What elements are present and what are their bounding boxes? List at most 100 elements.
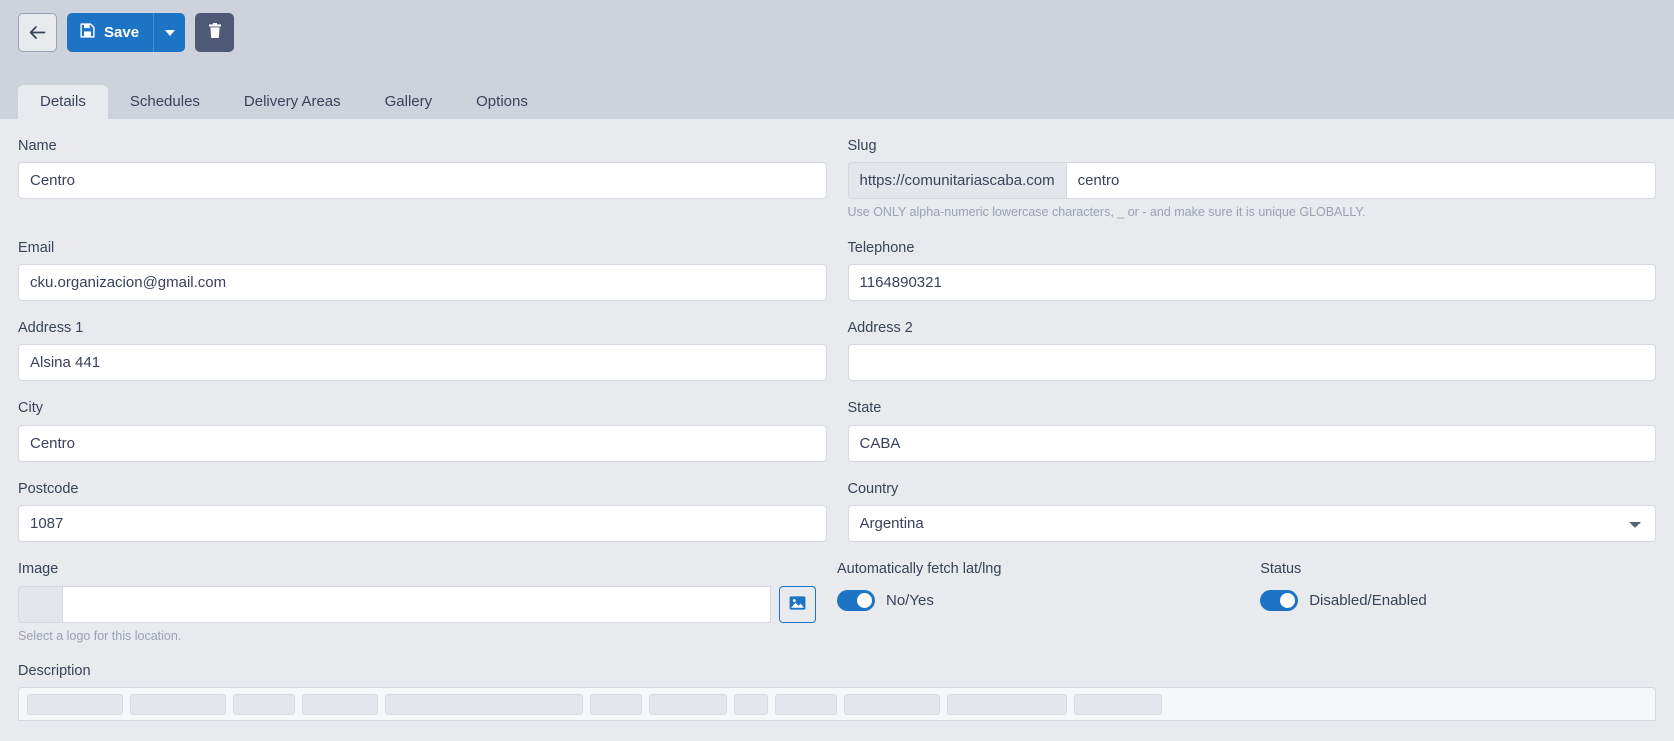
field-address2: Address 2 xyxy=(847,320,1656,382)
field-postcode: Postcode xyxy=(18,480,827,543)
autofetch-toggle-label: No/Yes xyxy=(886,591,934,609)
address1-input[interactable] xyxy=(18,344,827,382)
save-button-label: Save xyxy=(104,24,140,41)
editor-tool-group[interactable] xyxy=(590,693,642,715)
city-label: City xyxy=(18,400,43,417)
editor-tool-group[interactable] xyxy=(775,693,837,715)
field-group-state: State xyxy=(847,381,1656,462)
tab-gallery[interactable]: Gallery xyxy=(363,85,455,119)
field-slug: Slug https://comunitariascaba.com Use ON… xyxy=(847,138,1656,221)
delete-button[interactable] xyxy=(195,13,235,52)
description-editor-toolbar xyxy=(18,687,1656,722)
form-row-image-toggles: Image Select a logo for this location. A… xyxy=(18,542,1656,644)
arrow-left-icon xyxy=(29,25,46,40)
address2-label: Address 2 xyxy=(847,320,913,337)
slug-prefix: https://comunitariascaba.com xyxy=(847,162,1066,200)
field-group-postcode: Postcode xyxy=(18,462,827,543)
form-row-addresses: Address 1 Address 2 xyxy=(18,301,1656,382)
field-group-city: City xyxy=(18,381,827,462)
editor-tool-group[interactable] xyxy=(27,693,123,715)
image-input-group xyxy=(18,585,816,623)
editor-tool-group[interactable] xyxy=(734,693,768,715)
autofetch-toggle[interactable] xyxy=(837,589,875,611)
field-name: Name xyxy=(18,138,827,200)
postcode-label: Postcode xyxy=(18,480,79,497)
image-path-input[interactable] xyxy=(62,585,771,623)
save-button[interactable]: Save xyxy=(67,13,154,52)
field-status: Status Disabled/Enabled xyxy=(1260,561,1656,611)
name-input[interactable] xyxy=(18,162,827,200)
form-row-name-slug: Name Slug https://comunitariascaba.com U… xyxy=(18,119,1656,221)
email-input[interactable] xyxy=(18,264,827,302)
status-toggle-label: Disabled/Enabled xyxy=(1309,591,1427,609)
save-button-group: Save xyxy=(67,13,186,52)
field-email: Email xyxy=(18,239,827,302)
field-group-address2: Address 2 xyxy=(847,301,1656,382)
field-city: City xyxy=(18,400,827,462)
save-dropdown-button[interactable] xyxy=(153,13,186,52)
image-picture-icon xyxy=(789,595,806,614)
form-row-email-telephone: Email Telephone xyxy=(18,221,1656,302)
tab-details[interactable]: Details xyxy=(18,85,108,119)
form-row-city-state: City State xyxy=(18,381,1656,462)
toolbar: Save xyxy=(0,0,1674,83)
field-group-telephone: Telephone xyxy=(847,221,1656,302)
tab-options[interactable]: Options xyxy=(454,85,550,119)
field-state: State xyxy=(847,400,1656,462)
country-label: Country xyxy=(847,480,899,497)
address2-input[interactable] xyxy=(847,344,1656,382)
field-group-email: Email xyxy=(18,221,827,302)
tab-delivery-areas[interactable]: Delivery Areas xyxy=(222,85,363,119)
floppy-disk-save-icon xyxy=(80,23,95,42)
field-description: Description xyxy=(18,662,1656,722)
country-select[interactable]: Argentina xyxy=(847,505,1656,543)
status-label: Status xyxy=(1260,561,1302,578)
field-address1: Address 1 xyxy=(18,320,827,382)
editor-tool-group[interactable] xyxy=(844,693,940,715)
autofetch-toggle-row: No/Yes xyxy=(837,589,1239,611)
editor-tool-group[interactable] xyxy=(385,693,583,715)
postcode-input[interactable] xyxy=(18,505,827,543)
field-telephone: Telephone xyxy=(847,240,1656,302)
field-group-status: Status Disabled/Enabled xyxy=(1260,542,1656,644)
trash-can-icon xyxy=(208,23,222,42)
field-autofetch: Automatically fetch lat/lng No/Yes xyxy=(837,561,1239,611)
description-label: Description xyxy=(18,662,91,679)
status-toggle-knob xyxy=(1280,592,1296,608)
status-toggle[interactable] xyxy=(1260,589,1299,611)
telephone-input[interactable] xyxy=(847,264,1656,302)
field-group-image: Image Select a logo for this location. xyxy=(18,542,816,644)
editor-tool-group[interactable] xyxy=(302,693,378,715)
slug-label: Slug xyxy=(847,138,877,154)
editor-tool-group[interactable] xyxy=(233,693,295,715)
chevron-down-icon xyxy=(164,29,175,36)
field-group-address1: Address 1 xyxy=(18,301,827,382)
field-group-autofetch: Automatically fetch lat/lng No/Yes xyxy=(837,542,1239,644)
slug-input-group: https://comunitariascaba.com xyxy=(847,162,1656,200)
state-input[interactable] xyxy=(847,424,1656,462)
editor-tool-group[interactable] xyxy=(130,693,226,715)
editor-tool-group[interactable] xyxy=(649,693,727,715)
city-input[interactable] xyxy=(18,424,827,462)
editor-tool-group[interactable] xyxy=(1074,693,1162,715)
tab-bar: Details Schedules Delivery Areas Gallery… xyxy=(0,83,1674,119)
tab-schedules[interactable]: Schedules xyxy=(108,85,222,119)
status-toggle-row: Disabled/Enabled xyxy=(1260,589,1656,611)
toolbar-button-group: Save xyxy=(18,13,235,52)
back-button[interactable] xyxy=(18,13,57,52)
field-image: Image Select a logo for this location. xyxy=(18,561,816,644)
field-group-country: Country Argentina xyxy=(847,462,1656,543)
email-label: Email xyxy=(18,239,55,256)
field-country: Country Argentina xyxy=(847,480,1656,543)
image-label: Image xyxy=(18,561,59,578)
state-label: State xyxy=(847,400,882,417)
image-preview-swatch xyxy=(18,585,62,623)
image-picker-button[interactable] xyxy=(779,585,816,623)
name-label: Name xyxy=(18,138,57,154)
form-row-postcode-country: Postcode Country Argentina xyxy=(18,462,1656,543)
details-form: Name Slug https://comunitariascaba.com U… xyxy=(0,119,1674,741)
autofetch-label: Automatically fetch lat/lng xyxy=(837,561,1002,578)
editor-tool-group[interactable] xyxy=(947,693,1067,715)
slug-input[interactable] xyxy=(1065,162,1656,200)
image-help-text: Select a logo for this location. xyxy=(18,628,182,643)
